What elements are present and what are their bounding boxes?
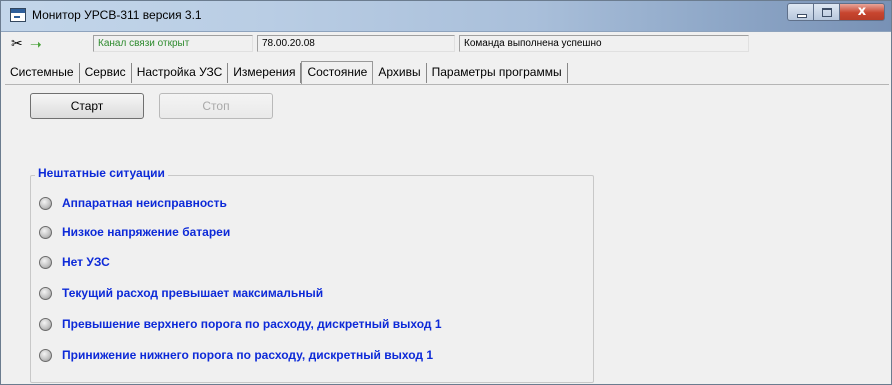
tab-measurements[interactable]: Измерения <box>228 63 302 83</box>
alarm-label: Принижение нижнего порога по расходу, ди… <box>62 348 433 362</box>
alarm-label: Нет УЗС <box>62 255 110 269</box>
status-indicator-icon <box>39 286 52 300</box>
status-indicator-icon <box>39 196 52 210</box>
main-window: Монитор УРСВ-311 версия 3.1 x ✂ ➝ Канал … <box>0 0 892 385</box>
alarm-hardware-fault: Аппаратная неисправность <box>39 193 227 213</box>
link-state-field: Канал связи открыт <box>93 35 253 52</box>
alarm-label: Текущий расход превышает максимальный <box>62 286 324 300</box>
tab-uzs-settings[interactable]: Настройка УЗС <box>132 63 229 83</box>
address-field: 78.00.20.08 <box>257 35 455 52</box>
tab-service[interactable]: Сервис <box>80 63 132 83</box>
stop-button[interactable]: Стоп <box>159 93 273 119</box>
status-indicator-icon <box>39 225 52 239</box>
title-bar[interactable]: Монитор УРСВ-311 версия 3.1 x <box>1 1 891 32</box>
alarm-label: Низкое напряжение батареи <box>62 225 231 239</box>
maximize-button[interactable] <box>813 3 839 21</box>
app-window-icon[interactable] <box>10 8 26 22</box>
plug-icon[interactable]: ✂ <box>11 37 23 51</box>
close-button[interactable]: x <box>839 3 885 21</box>
tab-state[interactable]: Состояние <box>301 61 374 84</box>
status-indicator-icon <box>39 348 52 362</box>
status-strip: ✂ ➝ Канал связи открыт 78.00.20.08 Коман… <box>5 34 889 54</box>
status-indicator-icon <box>39 317 52 331</box>
start-button[interactable]: Старт <box>30 93 144 119</box>
tab-program-params[interactable]: Параметры программы <box>427 63 568 83</box>
alarm-upper-threshold: Превышение верхнего порога по расходу, д… <box>39 314 442 334</box>
alarm-label: Превышение верхнего порога по расходу, д… <box>62 317 442 331</box>
alarm-label: Аппаратная неисправность <box>62 196 227 210</box>
caption-buttons: x <box>787 3 885 21</box>
status-indicator-icon <box>39 255 52 269</box>
alarms-group-title: Нештатные ситуации <box>35 166 168 180</box>
minimize-button[interactable] <box>787 3 813 21</box>
message-field: Команда выполнена успешно <box>459 35 749 52</box>
window-title: Монитор УРСВ-311 версия 3.1 <box>32 8 202 22</box>
link-arrow-icon[interactable]: ➝ <box>30 38 42 52</box>
alarm-no-uzs: Нет УЗС <box>39 252 110 272</box>
tab-system[interactable]: Системные <box>5 63 80 83</box>
tab-divider <box>5 84 889 85</box>
close-icon: x <box>857 4 867 19</box>
tab-bar: Системные Сервис Настройка УЗС Измерения… <box>5 61 568 84</box>
alarm-low-battery: Низкое напряжение батареи <box>39 222 230 242</box>
alarm-lower-threshold: Принижение нижнего порога по расходу, ди… <box>39 345 433 365</box>
alarm-flow-exceeds-max: Текущий расход превышает максимальный <box>39 283 323 303</box>
tab-archives[interactable]: Архивы <box>373 63 427 83</box>
